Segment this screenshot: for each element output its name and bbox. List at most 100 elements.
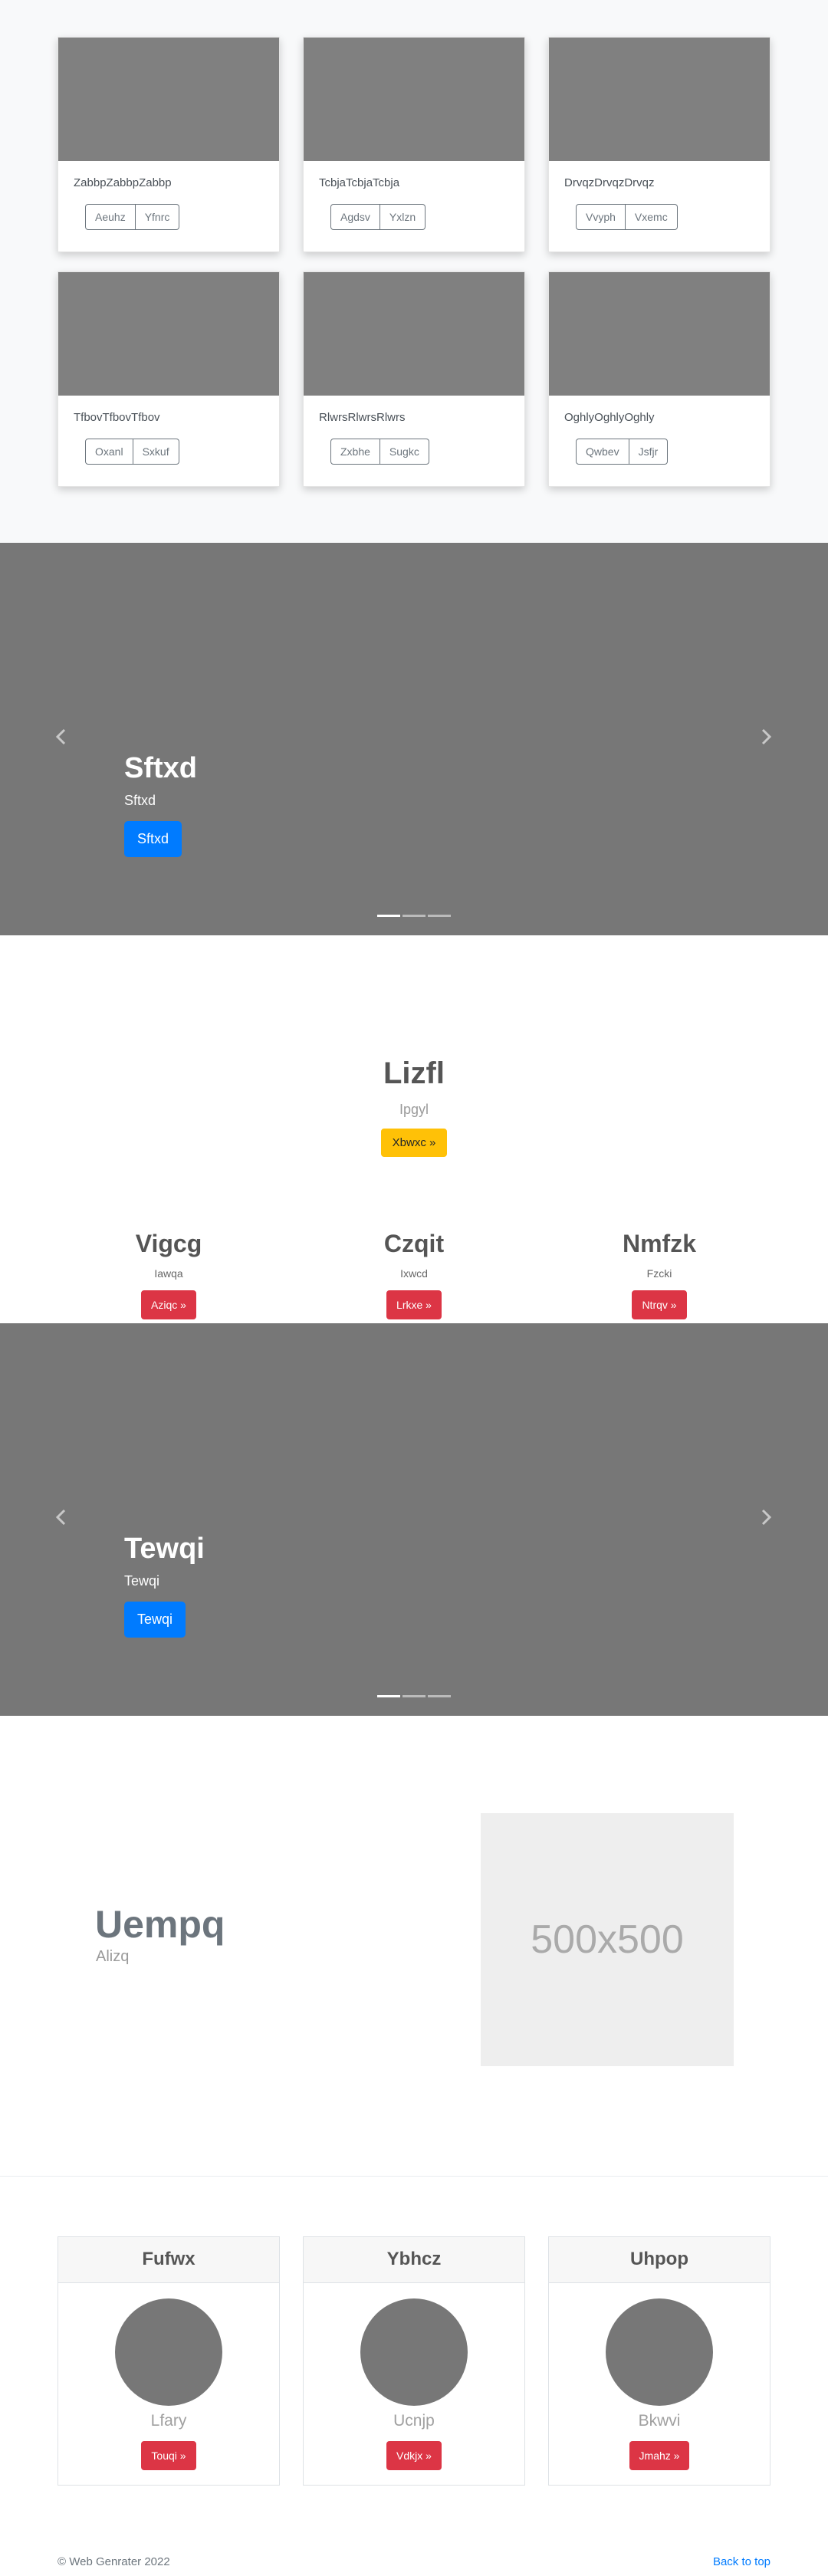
marketing-column: Vigcg Iawqa Aziqc » (50, 1230, 288, 1323)
avatar (115, 2298, 222, 2406)
card-image-placeholder (304, 38, 524, 161)
person-name: Bkwvi (638, 2412, 681, 2430)
card-body: DrvqzDrvqzDrvqz Vvyph Vxemc (549, 161, 770, 230)
person-details-button[interactable]: Jmahz » (629, 2441, 690, 2470)
hero-carousel: Sftxd Sftxd Sftxd (0, 543, 828, 935)
card-text: ZabbpZabbpZabbp (74, 176, 172, 189)
card-button-group: Agdsv Yxlzn (330, 204, 426, 230)
footer-copyright: © Web Genrater 2022 (58, 2555, 170, 2568)
person-card: Ybhcz Ucnjp Vdkjx » (303, 2236, 525, 2486)
card-view-button[interactable]: Agdsv (330, 204, 380, 230)
featurette-heading: Uempq (95, 1903, 225, 1946)
people-grid: Fufwx Lfary Touqi » Ybhcz Ucnjp Vdkjx » … (58, 2236, 770, 2486)
card-button-group: Qwbev Jsfjr (576, 439, 669, 465)
carousel-heading: Tewqi (124, 1533, 205, 1565)
card-body: ZabbpZabbpZabbp Aeuhz Yfnrc (58, 161, 279, 230)
album-card: TcbjaTcbjaTcbja Agdsv Yxlzn (303, 37, 525, 252)
back-to-top-link[interactable]: Back to top (713, 2548, 770, 2576)
card-text: RlwrsRlwrsRlwrs (319, 411, 406, 424)
person-card-header: Fufwx (58, 2237, 279, 2283)
featurette-image-placeholder: 500x500 (481, 1813, 734, 2066)
card-text: DrvqzDrvqzDrvqz (564, 176, 655, 189)
carousel-indicator[interactable] (402, 1695, 426, 1697)
people-section: Fufwx Lfary Touqi » Ybhcz Ucnjp Vdkjx » … (0, 2177, 828, 2548)
carousel-heading: Sftxd (124, 752, 197, 784)
marketing-heading: Czqit (383, 1230, 445, 1257)
marketing-column: Nmfzk Fzcki Ntrqv » (540, 1230, 778, 1323)
card-edit-button[interactable]: Vxemc (625, 204, 678, 230)
carousel-next-button[interactable] (751, 721, 781, 752)
chevron-left-icon (55, 1509, 66, 1526)
person-card: Fufwx Lfary Touqi » (58, 2236, 280, 2486)
avatar (360, 2298, 468, 2406)
album-card: DrvqzDrvqzDrvqz Vvyph Vxemc (548, 37, 770, 252)
card-edit-button[interactable]: Sugkc (380, 439, 429, 465)
marketing-heading: Nmfzk (622, 1230, 696, 1257)
card-edit-button[interactable]: Yxlzn (380, 204, 426, 230)
carousel-cta-button[interactable]: Tewqi (124, 1602, 186, 1638)
marketing-column: Czqit Ixwcd Lrkxe » (295, 1230, 533, 1323)
card-button-group: Oxanl Sxkuf (85, 439, 179, 465)
card-image-placeholder (58, 272, 279, 396)
center-heading: Lizfl (383, 1056, 445, 1090)
card-image-placeholder (304, 272, 524, 396)
carousel-subheading: Tewqi (124, 1573, 160, 1589)
avatar (606, 2298, 713, 2406)
card-body: TcbjaTcbjaTcbja Agdsv Yxlzn (304, 161, 524, 230)
marketing-heading: Vigcg (135, 1230, 202, 1257)
marketing-details-button[interactable]: Aziqc » (141, 1290, 196, 1319)
person-card-body: Ucnjp Vdkjx » (304, 2283, 524, 2470)
featurette-lead: Alizq (96, 1948, 130, 1965)
carousel-prev-button[interactable] (46, 1502, 77, 1533)
card-image-placeholder (549, 38, 770, 161)
featurette: Uempq Alizq 500x500 (0, 1716, 828, 2176)
carousel-subheading: Sftxd (124, 793, 156, 808)
carousel-indicator[interactable] (377, 915, 400, 917)
marketing-details-button[interactable]: Ntrqv » (632, 1290, 687, 1319)
person-card-header: Uhpop (549, 2237, 770, 2283)
person-card-body: Bkwvi Jmahz » (549, 2283, 770, 2470)
card-text: TfbovTfbovTfbov (74, 411, 160, 424)
person-card: Uhpop Bkwvi Jmahz » (548, 2236, 770, 2486)
card-edit-button[interactable]: Sxkuf (133, 439, 179, 465)
center-lead: Ipgyl (399, 1102, 429, 1117)
marketing-row: Vigcg Iawqa Aziqc » Czqit Ixwcd Lrkxe » … (50, 1230, 778, 1323)
carousel-caption: Sftxd Sftxd Sftxd (124, 752, 197, 857)
card-image-placeholder (549, 272, 770, 396)
person-card-header: Ybhcz (304, 2237, 524, 2283)
card-button-group: Vvyph Vxemc (576, 204, 678, 230)
person-details-button[interactable]: Touqi » (141, 2441, 196, 2470)
person-card-body: Lfary Touqi » (58, 2283, 279, 2470)
card-view-button[interactable]: Zxbhe (330, 439, 380, 465)
carousel-caption: Tewqi Tewqi Tewqi (124, 1533, 205, 1638)
carousel-prev-button[interactable] (46, 721, 77, 752)
marketing-text: Ixwcd (400, 1267, 428, 1280)
album-card: OghlyOghlyOghly Qwbev Jsfjr (548, 271, 770, 487)
carousel-next-button[interactable] (751, 1502, 781, 1533)
album-card: ZabbpZabbpZabbp Aeuhz Yfnrc (58, 37, 280, 252)
carousel-indicator[interactable] (428, 915, 451, 917)
carousel-cta-button[interactable]: Sftxd (124, 821, 182, 857)
card-body: RlwrsRlwrsRlwrs Zxbhe Sugkc (304, 396, 524, 465)
secondary-carousel: Tewqi Tewqi Tewqi (0, 1323, 828, 1716)
card-edit-button[interactable]: Jsfjr (629, 439, 669, 465)
carousel-indicator[interactable] (402, 915, 426, 917)
carousel-indicators (0, 915, 828, 917)
card-body: TfbovTfbovTfbov Oxanl Sxkuf (58, 396, 279, 465)
carousel-indicator[interactable] (377, 1695, 400, 1697)
marketing-text: Fzcki (646, 1267, 672, 1280)
card-view-button[interactable]: Vvyph (576, 204, 626, 230)
card-text: OghlyOghlyOghly (564, 411, 655, 424)
person-details-button[interactable]: Vdkjx » (386, 2441, 442, 2470)
center-cta-button[interactable]: Xbwxc » (380, 1129, 448, 1157)
card-image-placeholder (58, 38, 279, 161)
card-view-button[interactable]: Aeuhz (85, 204, 136, 230)
album-section: ZabbpZabbpZabbp Aeuhz Yfnrc TcbjaTcbjaTc… (0, 0, 828, 543)
carousel-indicator[interactable] (428, 1695, 451, 1697)
card-view-button[interactable]: Qwbev (576, 439, 629, 465)
person-name: Ucnjp (393, 2412, 435, 2430)
card-view-button[interactable]: Oxanl (85, 439, 133, 465)
marketing-details-button[interactable]: Lrkxe » (386, 1290, 442, 1319)
chevron-left-icon (55, 728, 66, 745)
card-edit-button[interactable]: Yfnrc (135, 204, 180, 230)
